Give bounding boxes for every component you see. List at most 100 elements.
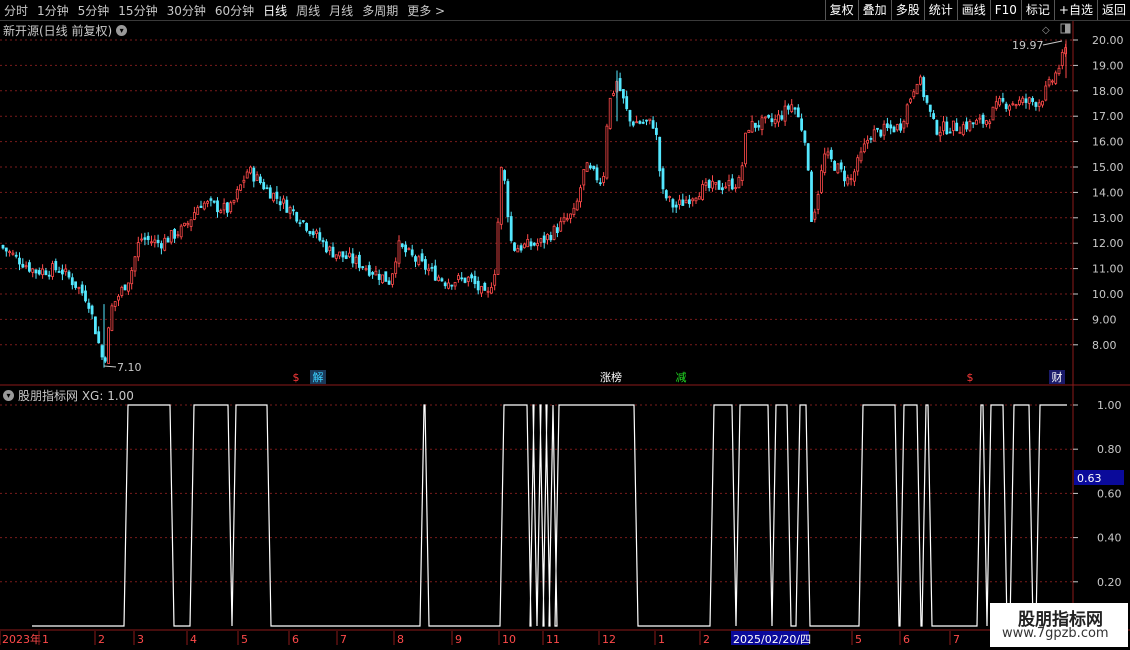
candle-body <box>374 270 378 276</box>
candle-body <box>433 265 437 281</box>
grid-lines <box>0 39 1073 583</box>
candle-body <box>928 104 932 112</box>
candle-body <box>473 275 477 285</box>
candle-body <box>470 274 474 279</box>
price-tick-label: 17.00 <box>1092 110 1124 123</box>
candle-body <box>813 211 817 220</box>
candle-body <box>288 207 292 214</box>
event-marker-1: 解 <box>310 370 326 384</box>
candle-body <box>843 170 846 182</box>
candle-body <box>136 242 140 258</box>
candle-body <box>486 290 490 293</box>
candle-body <box>648 118 652 121</box>
candle-body <box>948 131 952 134</box>
candle-body <box>569 213 572 219</box>
candle-body <box>169 230 173 243</box>
candle-body <box>225 202 229 213</box>
candle-body <box>285 199 289 213</box>
event-label: $ <box>293 371 300 384</box>
price-tick-label: 11.00 <box>1092 263 1124 276</box>
candle-body <box>506 181 510 218</box>
candle-body <box>400 243 404 248</box>
candle-body <box>480 286 483 294</box>
indicator-line <box>32 404 1067 627</box>
date-label: 12 <box>602 633 616 646</box>
candle-body <box>971 122 975 125</box>
candle-body <box>985 120 988 125</box>
candle-body <box>463 277 467 283</box>
candle-body <box>625 96 629 110</box>
kline-chart[interactable]: 20.0019.0018.0017.0016.0015.0014.0013.00… <box>0 0 1130 650</box>
candle-body <box>671 199 675 208</box>
candle-body <box>377 273 381 280</box>
price-tick-label: 8.00 <box>1092 339 1117 352</box>
candle-body <box>229 202 233 213</box>
candle-body <box>51 263 54 277</box>
date-label: 2 <box>98 633 105 646</box>
candle-body <box>691 198 695 202</box>
candle-body <box>754 122 757 128</box>
indicator-tick-label: 0.60 <box>1097 487 1122 500</box>
candle-body <box>493 274 497 286</box>
candle-body <box>1060 52 1064 66</box>
candle-body <box>744 132 747 165</box>
candle-body <box>608 97 612 129</box>
candle-body <box>394 261 398 274</box>
candle-body <box>645 119 648 122</box>
candle-body <box>737 177 741 189</box>
candle-body <box>1044 85 1048 101</box>
candle-body <box>598 182 602 185</box>
candle-body <box>872 129 876 142</box>
candle-body <box>291 209 295 212</box>
candle-body <box>74 281 77 288</box>
candle-body <box>529 241 533 247</box>
candle-body <box>532 242 536 246</box>
candle-body <box>595 167 599 181</box>
candle-body <box>123 284 127 291</box>
candle-body <box>882 123 886 136</box>
candle-body <box>562 217 566 223</box>
candle-body <box>90 305 94 315</box>
candle-body <box>849 178 853 181</box>
date-label: 8 <box>397 633 404 646</box>
candle-body <box>899 123 902 131</box>
indicator-axis: 1.00 0.80 0.60 0.40 0.20 <box>1073 399 1122 589</box>
candlesticks <box>1 40 1067 368</box>
candle-body <box>612 93 615 96</box>
candle-body <box>932 113 935 119</box>
candle-body <box>163 237 167 251</box>
event-label: 减 <box>676 371 687 384</box>
candle-body <box>252 167 256 182</box>
price-tick-label: 12.00 <box>1092 237 1124 250</box>
candle-body <box>909 98 912 103</box>
candle-body <box>938 131 942 137</box>
candle-body <box>489 287 493 294</box>
candle-body <box>757 125 761 128</box>
candle-body <box>770 118 774 123</box>
candle-body <box>212 200 216 203</box>
candle-body <box>315 230 318 235</box>
candle-body <box>582 169 586 186</box>
candle-body <box>961 124 965 135</box>
cursor-value: 0.63 <box>1077 472 1102 485</box>
candle-body <box>476 280 480 291</box>
candle-body <box>143 237 147 240</box>
candle-body <box>589 165 592 169</box>
candle-body <box>1021 97 1025 103</box>
candle-body <box>381 274 384 284</box>
candle-body <box>853 171 856 182</box>
candle-body <box>579 187 582 203</box>
candle-body <box>331 246 335 258</box>
candle-body <box>430 266 434 269</box>
candle-body <box>783 105 787 122</box>
event-label: 解 <box>313 370 324 384</box>
date-label: 10 <box>502 633 516 646</box>
candle-body <box>70 277 74 286</box>
candle-body <box>892 126 896 133</box>
candle-body <box>668 196 671 198</box>
candle-body <box>357 254 361 268</box>
candle-body <box>341 251 345 258</box>
candle-body <box>740 165 744 182</box>
event-label: 涨榜 <box>600 370 622 384</box>
indicator-tick-label: 0.20 <box>1097 576 1122 589</box>
